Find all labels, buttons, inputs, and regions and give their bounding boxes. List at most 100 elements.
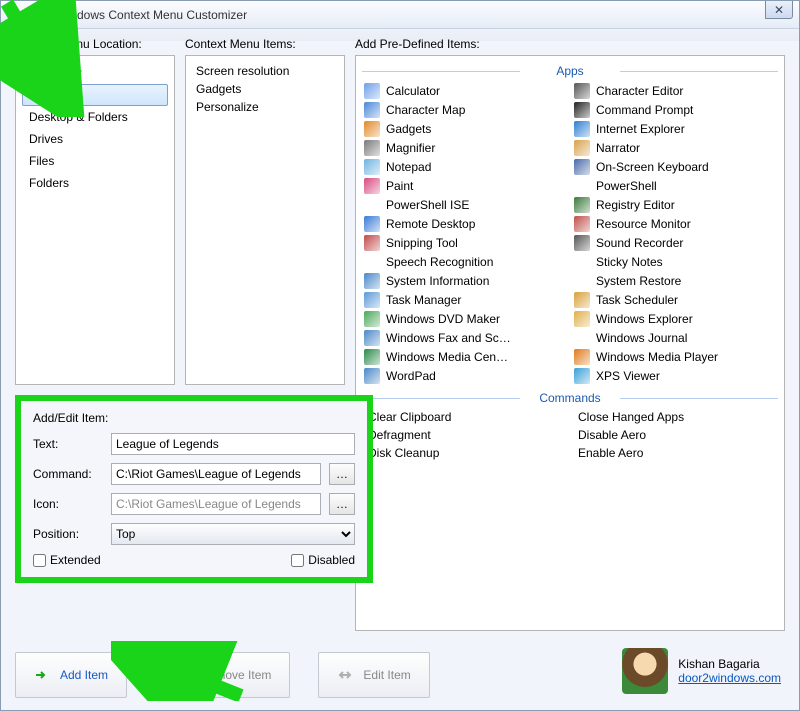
predefined-app-item[interactable]: Windows Fax and Sc… [362, 329, 568, 347]
app-icon [574, 140, 590, 156]
predefined-app-item[interactable]: Snipping Tool [362, 234, 568, 252]
predefined-app-item[interactable]: Windows Journal [572, 329, 778, 347]
author-link[interactable]: door2windows.com [678, 671, 781, 685]
extended-checkbox[interactable] [33, 554, 46, 567]
app-icon [574, 197, 590, 213]
predefined-app-item[interactable]: PowerShell [572, 177, 778, 195]
predefined-app-item[interactable]: Speech Recognition [362, 253, 568, 271]
app-icon [364, 254, 380, 270]
predefined-command-item[interactable]: Clear Clipboard [362, 409, 568, 425]
predefined-app-item[interactable]: Windows Explorer [572, 310, 778, 328]
context-item[interactable]: Screen resolution [192, 62, 338, 80]
predefined-command-item[interactable]: Close Hanged Apps [572, 409, 778, 425]
command-browse-button[interactable]: … [329, 463, 355, 485]
predefined-app-item[interactable]: Narrator [572, 139, 778, 157]
predefined-panel: Apps CalculatorCharacter Editor Character… [355, 55, 785, 631]
position-select[interactable]: Top [111, 523, 355, 545]
disabled-checkbox[interactable] [291, 554, 304, 567]
app-label: Speech Recognition [386, 255, 493, 269]
predefined-app-item[interactable]: Task Scheduler [572, 291, 778, 309]
predefined-app-item[interactable]: Paint [362, 177, 568, 195]
predefined-app-item[interactable]: System Restore [572, 272, 778, 290]
items-label: Context Menu Items: [185, 37, 345, 51]
location-item[interactable]: Desktop [22, 84, 168, 106]
predefined-app-item[interactable]: Windows DVD Maker [362, 310, 568, 328]
predefined-command-item[interactable]: Disk Cleanup [362, 445, 568, 461]
predefined-app-item[interactable]: Remote Desktop [362, 215, 568, 233]
app-label: Remote Desktop [386, 217, 475, 231]
app-icon [574, 349, 590, 365]
location-item[interactable]: Files [22, 150, 168, 172]
app-label: Registry Editor [596, 198, 675, 212]
text-input[interactable] [111, 433, 355, 455]
app-icon [364, 235, 380, 251]
app-label: PowerShell [596, 179, 657, 193]
app-label: Command Prompt [596, 103, 693, 117]
icon-browse-button[interactable]: … [329, 493, 355, 515]
predefined-app-item[interactable]: Notepad [362, 158, 568, 176]
edit-item-button[interactable]: Edit Item [318, 652, 429, 698]
context-item[interactable]: Gadgets [192, 80, 338, 98]
edit-item-label: Edit Item [363, 668, 410, 682]
app-icon [364, 159, 380, 175]
app-label: Windows Journal [596, 331, 687, 345]
predefined-app-item[interactable]: PowerShell ISE [362, 196, 568, 214]
predefined-app-item[interactable]: Registry Editor [572, 196, 778, 214]
predefined-app-item[interactable]: Task Manager [362, 291, 568, 309]
location-column: Context Menu Location: ComputerDesktopDe… [15, 37, 175, 700]
predefined-command-item[interactable]: Enable Aero [572, 445, 778, 461]
app-icon [364, 292, 380, 308]
predefined-app-item[interactable]: Command Prompt [572, 101, 778, 119]
predefined-app-item[interactable]: Windows Media Player [572, 348, 778, 366]
app-label: Notepad [386, 160, 431, 174]
predefined-app-item[interactable]: Resource Monitor [572, 215, 778, 233]
disabled-checkbox-label[interactable]: Disabled [291, 553, 355, 567]
command-label: Command: [33, 467, 103, 481]
app-icon [574, 178, 590, 194]
predefined-command-item[interactable]: Defragment [362, 427, 568, 443]
context-item[interactable]: Personalize [192, 98, 338, 116]
predefined-app-item[interactable]: Sticky Notes [572, 253, 778, 271]
items-panel: Screen resolutionGadgetsPersonalize [185, 55, 345, 385]
extended-checkbox-label[interactable]: Extended [33, 553, 101, 567]
predefined-app-item[interactable]: Sound Recorder [572, 234, 778, 252]
app-icon [574, 102, 590, 118]
predefined-app-item[interactable]: System Information [362, 272, 568, 290]
predefined-app-item[interactable]: Internet Explorer [572, 120, 778, 138]
predefined-app-item[interactable]: Character Map [362, 101, 568, 119]
predefined-app-item[interactable]: Character Editor [572, 82, 778, 100]
window-title: Ultimate Windows Context Menu Customizer [9, 8, 247, 22]
command-input[interactable] [111, 463, 321, 485]
app-label: Task Manager [386, 293, 461, 307]
predefined-app-item[interactable]: XPS Viewer [572, 367, 778, 385]
predefined-app-item[interactable]: Gadgets [362, 120, 568, 138]
add-item-button[interactable]: Add Item [15, 652, 127, 698]
predefined-app-item[interactable]: On-Screen Keyboard [572, 158, 778, 176]
close-button[interactable]: ✕ [765, 1, 793, 19]
location-item[interactable]: Desktop & Folders [22, 106, 168, 128]
predefined-app-item[interactable]: Magnifier [362, 139, 568, 157]
app-label: Sticky Notes [596, 255, 663, 269]
predefined-command-item[interactable]: Disable Aero [572, 427, 778, 443]
remove-item-button[interactable]: Remove Item [155, 652, 290, 698]
location-item[interactable]: Computer [22, 62, 168, 84]
predefined-app-item[interactable]: WordPad [362, 367, 568, 385]
titlebar: Ultimate Windows Context Menu Customizer… [1, 1, 799, 29]
predefined-app-item[interactable]: Windows Media Cen… [362, 348, 568, 366]
app-label: System Restore [596, 274, 681, 288]
app-icon [364, 311, 380, 327]
location-item[interactable]: Drives [22, 128, 168, 150]
predefined-app-item[interactable]: Calculator [362, 82, 568, 100]
edit-icon [337, 667, 353, 683]
remove-icon [174, 667, 190, 683]
apps-group-header: Apps [362, 64, 778, 78]
add-item-label: Add Item [60, 668, 108, 682]
predefined-label: Add Pre-Defined Items: [355, 37, 785, 51]
icon-input[interactable] [111, 493, 321, 515]
app-label: WordPad [386, 369, 436, 383]
location-item[interactable]: Folders [22, 172, 168, 194]
app-label: Character Map [386, 103, 465, 117]
app-icon [364, 197, 380, 213]
app-icon [574, 159, 590, 175]
app-label: Windows Fax and Sc… [386, 331, 511, 345]
